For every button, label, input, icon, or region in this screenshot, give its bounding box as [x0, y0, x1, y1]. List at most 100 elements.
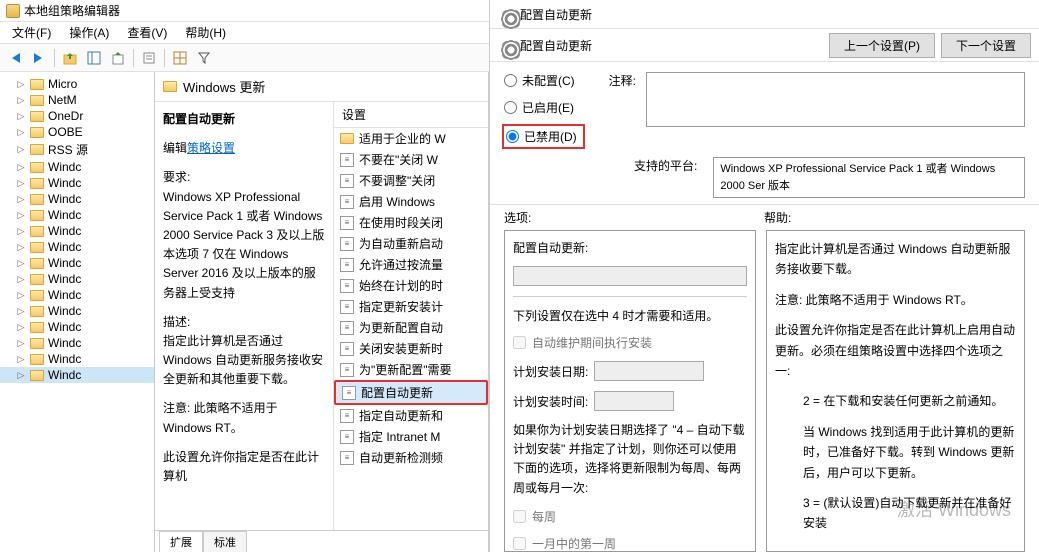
tree-item[interactable]: ▷RSS 源: [0, 140, 154, 159]
req-text: Windows XP Professional Service Pack 1 或…: [163, 188, 325, 303]
prev-setting-button[interactable]: 上一个设置(P): [829, 33, 935, 58]
setting-item[interactable]: ≡在使用时段关闭: [334, 212, 488, 233]
folder-icon: [30, 79, 44, 90]
tree-item[interactable]: ▷Windc: [0, 175, 154, 191]
policy-icon: ≡: [342, 386, 356, 400]
panel-title: Windows 更新: [183, 77, 265, 96]
setting-item[interactable]: ≡配置自动更新: [334, 380, 488, 405]
folder-icon: [30, 354, 44, 365]
policy-icon: ≡: [340, 216, 354, 230]
setting-item[interactable]: ≡指定更新安装计: [334, 296, 488, 317]
setting-item[interactable]: ≡不要在"关闭 W: [334, 149, 488, 170]
menu-file[interactable]: 文件(F): [4, 22, 59, 43]
setting-item[interactable]: ≡始终在计划的时: [334, 275, 488, 296]
tree-item[interactable]: ▷Windc: [0, 191, 154, 207]
tree-item[interactable]: ▷Windc: [0, 271, 154, 287]
radio-disabled[interactable]: [506, 130, 519, 143]
tree-item[interactable]: ▷Windc: [0, 319, 154, 335]
policy-icon: ≡: [340, 153, 354, 167]
tree-item[interactable]: ▷Windc: [0, 351, 154, 367]
setting-item[interactable]: ≡为更新配置自动: [334, 317, 488, 338]
arrow-right-icon: [34, 53, 47, 63]
up-button[interactable]: [59, 47, 81, 69]
policy-icon: ≡: [340, 363, 354, 377]
menu-help[interactable]: 帮助(H): [177, 22, 234, 43]
next-setting-button[interactable]: 下一个设置: [941, 33, 1031, 58]
titlebar: 本地组策略编辑器: [0, 0, 489, 22]
properties-button[interactable]: [138, 47, 160, 69]
folder-icon: [30, 274, 44, 285]
platform-label: 支持的平台:: [504, 157, 697, 198]
back-button[interactable]: [4, 47, 26, 69]
policy-icon: ≡: [340, 409, 354, 423]
setting-item[interactable]: ≡自动更新检测频: [334, 447, 488, 468]
tree-item[interactable]: ▷Windc: [0, 207, 154, 223]
setting-item[interactable]: ≡为自动重新启动: [334, 233, 488, 254]
folder-icon: [30, 210, 44, 221]
policy-icon: ≡: [340, 430, 354, 444]
policy-icon: ≡: [340, 451, 354, 465]
sched-time-combo[interactable]: [594, 391, 674, 411]
tree-item[interactable]: ▷Windc: [0, 287, 154, 303]
folder-icon: [30, 306, 44, 317]
column-header[interactable]: 设置: [334, 102, 488, 128]
folder-icon: [30, 178, 44, 189]
tree-item[interactable]: ▷OneDr: [0, 108, 154, 124]
policy-icon: ≡: [340, 279, 354, 293]
tree-item[interactable]: ▷Windc: [0, 255, 154, 271]
comment-textarea[interactable]: [646, 72, 1025, 127]
gear-icon: [503, 11, 519, 27]
tab-standard[interactable]: 标准: [203, 531, 247, 552]
tab-extended[interactable]: 扩展: [159, 531, 203, 552]
tree-item[interactable]: ▷Windc: [0, 223, 154, 239]
setting-item[interactable]: ≡指定自动更新和: [334, 405, 488, 426]
radio-notconfigured[interactable]: [504, 74, 517, 87]
folder-icon: [30, 258, 44, 269]
platform-text: Windows XP Professional Service Pack 1 或…: [713, 157, 1025, 198]
menu-action[interactable]: 操作(A): [61, 22, 117, 43]
comment-label: 注释:: [609, 72, 636, 147]
tree-item[interactable]: ▷OOBE: [0, 124, 154, 140]
config-combo[interactable]: [513, 266, 747, 286]
setting-item[interactable]: ≡不要调整"关闭: [334, 170, 488, 191]
radio-enabled[interactable]: [504, 101, 517, 114]
sched-day-combo[interactable]: [594, 361, 704, 381]
firstweek-checkbox[interactable]: [513, 537, 526, 550]
setting-item[interactable]: ≡指定 Intranet M: [334, 426, 488, 447]
folder-icon: [30, 370, 44, 381]
tree-item[interactable]: ▷Micro: [0, 76, 154, 92]
tree-item[interactable]: ▷Windc: [0, 335, 154, 351]
forward-button[interactable]: [28, 47, 50, 69]
tree-item[interactable]: ▷Windc: [0, 303, 154, 319]
folder-icon: [30, 95, 44, 106]
menubar: 文件(F) 操作(A) 查看(V) 帮助(H): [0, 22, 489, 44]
setting-item[interactable]: ≡为"更新配置"需要: [334, 359, 488, 380]
policy-dialog: 配置自动更新 配置自动更新 上一个设置(P) 下一个设置 未配置(C) 已启用(…: [490, 0, 1039, 552]
show-hide-tree-button[interactable]: [83, 47, 105, 69]
tree-item[interactable]: ▷Windc: [0, 367, 154, 383]
weekly-checkbox[interactable]: [513, 510, 526, 523]
setting-item[interactable]: ≡允许通过按流量: [334, 254, 488, 275]
middle-panel: Windows 更新 配置自动更新 编辑策略设置 要求: Windows XP …: [155, 72, 489, 552]
folder-icon: [30, 338, 44, 349]
tree-item[interactable]: ▷Windc: [0, 159, 154, 175]
view-tabs: 扩展 标准: [155, 530, 488, 552]
setting-item[interactable]: ≡启用 Windows: [334, 191, 488, 212]
edit-policy-link[interactable]: 策略设置: [187, 141, 235, 155]
folder-up-icon: [63, 51, 77, 65]
grid-icon: [173, 51, 187, 65]
setting-item[interactable]: 适用于企业的 W: [334, 128, 488, 149]
tree-item[interactable]: ▷Windc: [0, 239, 154, 255]
toolbar-button-1[interactable]: [169, 47, 191, 69]
tree-item[interactable]: ▷NetM: [0, 92, 154, 108]
nav-tree[interactable]: ▷Micro▷NetM▷OneDr▷OOBE▷RSS 源▷Windc▷Windc…: [0, 72, 155, 552]
export-button[interactable]: [107, 47, 129, 69]
auto-maint-checkbox[interactable]: [513, 336, 526, 349]
folder-icon: [30, 162, 44, 173]
folder-icon: [30, 144, 44, 155]
folder-icon: [30, 322, 44, 333]
policy-icon: ≡: [340, 174, 354, 188]
filter-button[interactable]: [193, 47, 215, 69]
setting-item[interactable]: ≡关闭安装更新时: [334, 338, 488, 359]
menu-view[interactable]: 查看(V): [119, 22, 175, 43]
